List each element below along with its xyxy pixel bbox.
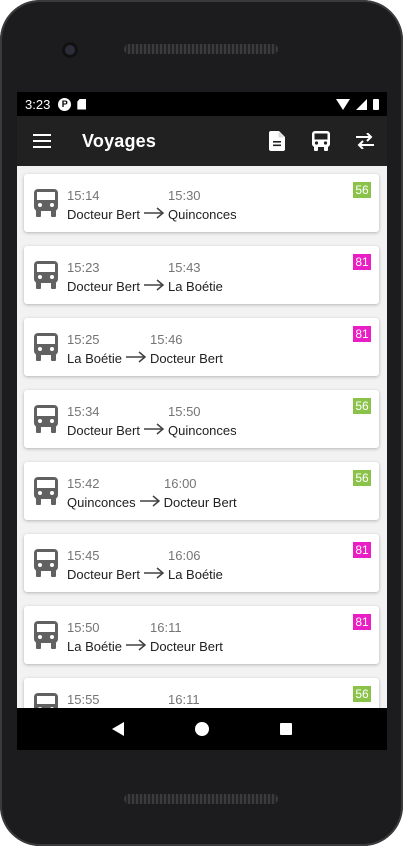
navigation-bar — [17, 708, 387, 750]
line-badge: 81 — [353, 254, 371, 270]
menu-icon[interactable] — [33, 134, 51, 148]
departure-time: 15:14 — [67, 188, 100, 203]
trip-card[interactable]: 15:25 15:46 La Boétie Docteur Bert 81 — [24, 318, 379, 376]
front-camera — [62, 42, 78, 58]
bus-icon — [34, 549, 58, 577]
swap-icon — [356, 133, 374, 149]
trip-list: 15:14 15:30 Docteur Bert Quinconces 56 15:23 1… — [17, 166, 387, 708]
wifi-icon — [336, 98, 350, 110]
route: Docteur Bert La Boétie — [67, 567, 223, 582]
sd-card-icon — [77, 98, 87, 110]
status-time: 3:23 — [25, 96, 51, 112]
notification-icon: P — [58, 97, 72, 111]
origin-stop: Docteur Bert — [67, 207, 140, 222]
bus-icon — [34, 333, 58, 361]
departure-time: 15:50 — [67, 620, 100, 635]
route: La Boétie Docteur Bert — [67, 639, 223, 654]
line-badge: 81 — [353, 542, 371, 558]
trip-card[interactable]: 15:23 15:43 Docteur Bert La Boétie 81 — [24, 246, 379, 304]
origin-stop: Docteur Bert — [67, 567, 140, 582]
status-right-icons — [336, 98, 379, 110]
origin-stop: La Boétie — [67, 351, 122, 366]
line-badge: 56 — [353, 470, 371, 486]
signal-icon — [356, 98, 367, 110]
origin-stop: Quinconces — [67, 495, 136, 510]
bus-icon — [34, 189, 58, 217]
app-actions — [255, 116, 387, 166]
arrow-right-icon — [140, 567, 168, 582]
trip-card[interactable]: 15:55 16:11 56 — [24, 678, 379, 708]
arrow-right-icon — [136, 495, 164, 510]
top-speaker — [124, 44, 278, 54]
bus-icon — [34, 621, 58, 649]
arrow-right-icon — [122, 351, 150, 366]
route: Docteur Bert Quinconces — [67, 423, 237, 438]
arrow-right-icon — [140, 207, 168, 222]
arrival-time: 16:00 — [164, 476, 197, 491]
line-badge: 81 — [353, 326, 371, 342]
destination-stop: Docteur Bert — [163, 495, 237, 510]
route: Docteur Bert La Boétie — [67, 279, 223, 294]
arrow-right-icon — [140, 279, 168, 294]
line-badge: 56 — [353, 686, 371, 702]
departure-time: 15:42 — [67, 476, 100, 491]
route: Docteur Bert Quinconces — [67, 207, 237, 222]
destination-stop: La Boétie — [167, 279, 223, 294]
line-badge: 56 — [353, 182, 371, 198]
recents-icon[interactable] — [279, 723, 292, 735]
arrival-time: 15:50 — [168, 404, 201, 419]
destination-stop: La Boétie — [167, 567, 223, 582]
departure-time: 15:55 — [67, 692, 100, 707]
arrival-time: 16:06 — [168, 548, 201, 563]
trip-card[interactable]: 15:50 16:11 La Boétie Docteur Bert 81 — [24, 606, 379, 664]
origin-stop: Docteur Bert — [67, 423, 140, 438]
line-badge: 81 — [353, 614, 371, 630]
bus-icon — [34, 405, 58, 433]
route: La Boétie Docteur Bert — [67, 351, 223, 366]
page-title: Voyages — [82, 130, 157, 151]
screen: 3:23 P Voyages 15:14 15:30 Docteur Bert … — [17, 92, 387, 708]
phone-frame: 3:23 P Voyages 15:14 15:30 Docteur Bert … — [0, 0, 403, 846]
arrival-time: 15:43 — [168, 260, 201, 275]
arrival-time: 15:30 — [168, 188, 201, 203]
departure-time: 15:45 — [67, 548, 100, 563]
destination-stop: Docteur Bert — [149, 639, 223, 654]
home-icon[interactable] — [194, 722, 209, 736]
bus-icon — [34, 477, 58, 505]
arrival-time: 16:11 — [150, 620, 182, 635]
trip-card[interactable]: 15:45 16:06 Docteur Bert La Boétie 81 — [24, 534, 379, 592]
arrival-time: 15:46 — [150, 332, 183, 347]
battery-icon — [373, 98, 379, 110]
origin-stop: Docteur Bert — [67, 279, 140, 294]
destination-stop: Docteur Bert — [149, 351, 223, 366]
arrow-right-icon — [140, 423, 168, 438]
destination-stop: Quinconces — [167, 207, 237, 222]
trip-card[interactable]: 15:42 16:00 Quinconces Docteur Bert 56 — [24, 462, 379, 520]
trip-card[interactable]: 15:34 15:50 Docteur Bert Quinconces 56 — [24, 390, 379, 448]
document-button[interactable] — [255, 116, 299, 166]
route: Quinconces Docteur Bert — [67, 495, 237, 510]
bus-icon — [34, 693, 58, 708]
document-icon — [269, 131, 285, 151]
arrival-time: 16:11 — [168, 692, 200, 707]
origin-stop: La Boétie — [67, 639, 122, 654]
bus-button[interactable] — [299, 116, 343, 166]
swap-button[interactable] — [343, 116, 387, 166]
departure-time: 15:34 — [67, 404, 100, 419]
departure-time: 15:25 — [67, 332, 100, 347]
destination-stop: Quinconces — [167, 423, 237, 438]
arrow-right-icon — [122, 639, 150, 654]
bottom-speaker — [124, 794, 278, 804]
departure-time: 15:23 — [67, 260, 100, 275]
line-badge: 56 — [353, 398, 371, 414]
bus-icon — [34, 261, 58, 289]
trip-card[interactable]: 15:14 15:30 Docteur Bert Quinconces 56 — [24, 174, 379, 232]
bus-icon — [312, 131, 330, 151]
status-bar: 3:23 P — [17, 92, 387, 116]
back-icon[interactable] — [112, 722, 125, 736]
app-bar: Voyages — [17, 116, 387, 166]
